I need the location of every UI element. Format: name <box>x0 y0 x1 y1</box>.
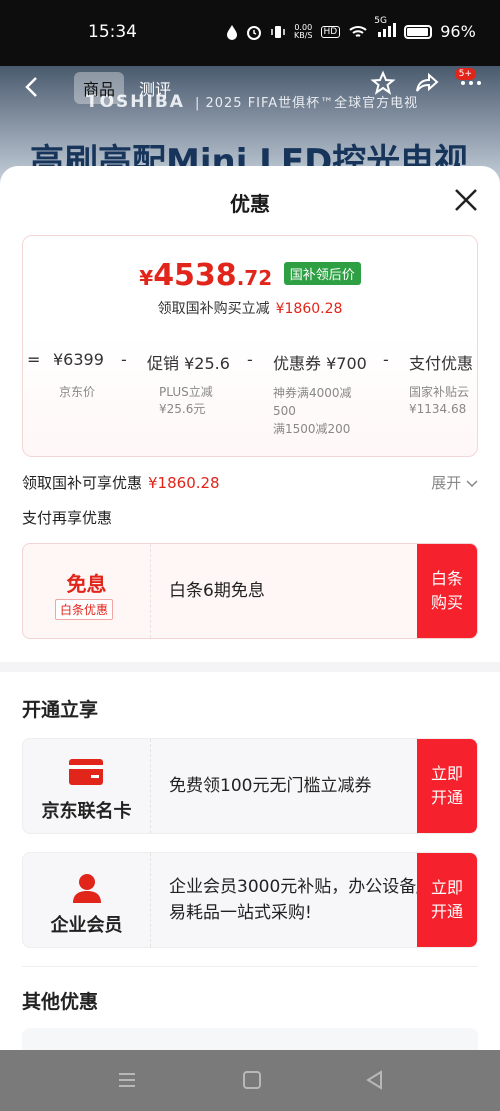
back-triangle-icon[interactable] <box>365 1070 385 1090</box>
other-section-title: 其他优惠 <box>22 991 99 1013</box>
status-bar: 15:34 0.00 KB/S HD 5G 96% <box>0 0 500 66</box>
battery-percent: 96% <box>440 22 476 41</box>
breakdown-coupon: 优惠券 ¥700 <box>273 354 367 373</box>
system-nav-bar <box>0 1050 500 1111</box>
chevron-down-icon <box>466 480 478 488</box>
status-icons: 0.00 KB/S HD 5G 96% <box>226 16 476 41</box>
share-icon[interactable] <box>414 70 440 96</box>
breakdown-coupon-note: 神券满4000减 500 满1500减200 <box>273 386 352 436</box>
water-drop-icon <box>227 24 237 40</box>
enterprise-open-button[interactable]: 立即 开通 <box>417 853 477 947</box>
credit-card-icon <box>69 759 103 785</box>
baitiao-offer-card: 免息 白条优惠 白条6期免息 白条 购买 <box>22 543 478 639</box>
breakdown-jd-price: ¥6399 <box>53 350 104 369</box>
battery-icon <box>404 24 433 39</box>
enterprise-text: 企业会员3000元补贴，办公设备/易耗品一站式采购! <box>169 877 422 923</box>
nav-actions: 5+ <box>370 68 484 96</box>
status-time: 15:34 <box>88 22 137 42</box>
breakdown-op: - <box>247 350 253 369</box>
baitiao-left: 免息 白条优惠 <box>23 544 151 638</box>
baitiao-badge: 白条优惠 <box>55 599 114 620</box>
tab-review[interactable]: 测评 <box>130 72 180 104</box>
home-icon[interactable] <box>242 1070 262 1090</box>
divider-line <box>22 966 478 967</box>
price-decimal: .72 <box>236 266 273 290</box>
price-integer: 4538 <box>153 258 237 293</box>
breakdown-pay: 支付优惠 <box>409 354 474 373</box>
enterprise-left: 企业会员 <box>23 853 151 947</box>
other-offers-card <box>22 1028 478 1050</box>
section-divider <box>0 662 500 672</box>
expand-toggle[interactable]: 展开 <box>431 472 478 493</box>
price-subtitle: 领取国补购买立减 ¥1860.28 <box>23 298 477 318</box>
pay-more-label: 支付再享优惠 <box>22 509 113 527</box>
jd-card-text: 免费领100元无门槛立减券 <box>169 776 372 796</box>
breakdown-promo-note: PLUS立减 ¥25.6元 <box>159 385 213 416</box>
breakdown-op: = <box>27 350 41 369</box>
close-button[interactable] <box>452 186 480 214</box>
jd-card-label: 京东联名卡 <box>41 801 132 822</box>
gov-subsidy-label: 领取国补可享优惠 <box>22 474 143 492</box>
enterprise-offer: 企业会员 企业会员3000元补贴，办公设备/易耗品一站式采购! 立即 开通 <box>22 852 478 948</box>
net-speed: 0.00 KB/S <box>294 22 313 40</box>
favorite-star-icon[interactable] <box>370 70 396 96</box>
open-section-title: 开通立享 <box>22 699 99 721</box>
price-currency: ¥ <box>139 266 154 290</box>
breakdown-pay-note: 国家补贴云 ¥1134.68 <box>409 385 470 416</box>
price-card: ¥4538.72 国补领后价 领取国补购买立减 ¥1860.28 = ¥6399 … <box>22 235 478 457</box>
jd-card-open-button[interactable]: 立即 开通 <box>417 739 477 833</box>
price-tag: 国补领后价 <box>283 262 361 285</box>
price-breakdown[interactable]: = ¥6399 京东价 - 促销 ¥25.6 PLUS立减 ¥25.6元 - 优… <box>23 346 479 456</box>
tab-product[interactable]: 商品 <box>74 72 125 104</box>
interest-free-label: 免息 <box>66 572 107 596</box>
alarm-icon <box>247 25 261 40</box>
vibrate-icon <box>271 25 285 38</box>
wifi-icon <box>349 25 367 37</box>
jd-card-left: 京东联名卡 <box>23 739 151 833</box>
message-badge: 5+ <box>454 68 476 80</box>
user-icon <box>73 874 101 903</box>
expand-label: 展开 <box>431 474 462 492</box>
hd-badge: HD <box>320 25 341 38</box>
breakdown-promo: 促销 ¥25.6 <box>147 354 230 373</box>
menu-icon[interactable] <box>117 1070 137 1090</box>
sheet-title: 优惠 <box>230 192 270 216</box>
breakdown-op: - <box>383 350 389 369</box>
final-price: ¥4538.72 国补领后价 <box>23 258 477 293</box>
close-icon <box>455 189 477 211</box>
price-sub-amount: ¥1860.28 <box>275 301 343 317</box>
back-button[interactable] <box>20 74 46 100</box>
enterprise-label: 企业会员 <box>50 915 123 936</box>
product-tabs: 商品 测评 <box>74 72 180 104</box>
breakdown-jd-price-note: 京东价 <box>59 385 96 399</box>
gov-subsidy-line: 领取国补可享优惠 ¥1860.28 <box>22 472 220 493</box>
jd-card-offer: 京东联名卡 免费领100元无门槛立减券 立即 开通 <box>22 738 478 834</box>
baitiao-text: 白条6期免息 <box>169 581 265 601</box>
breakdown-op: - <box>121 350 127 369</box>
signal-icon: 5G <box>374 16 397 41</box>
price-sub-label: 领取国补购买立减 <box>157 301 270 317</box>
gov-subsidy-amount: ¥1860.28 <box>148 474 220 492</box>
discount-sheet: 优惠 ¥4538.72 国补领后价 领取国补购买立减 ¥1860.28 = ¥63… <box>0 166 500 1050</box>
back-arrow-icon <box>25 77 37 97</box>
brand-text: | 2025 FIFA世俱杯™全球官方电视 <box>194 96 419 111</box>
baitiao-buy-button[interactable]: 白条 购买 <box>417 544 477 638</box>
